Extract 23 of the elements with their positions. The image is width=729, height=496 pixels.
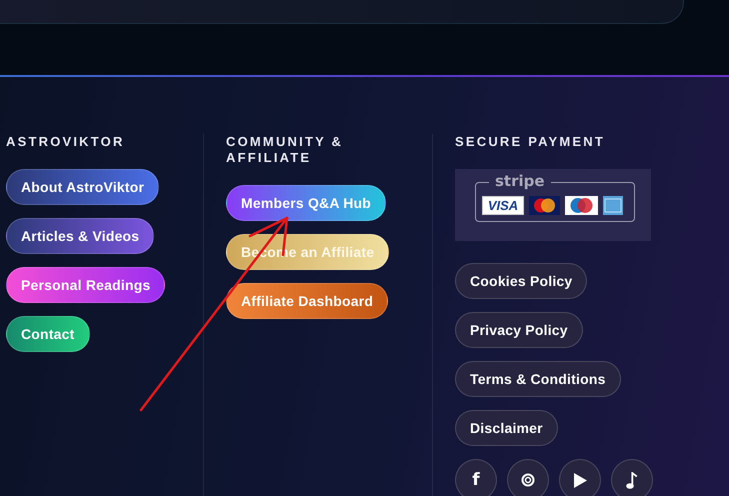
column-heading: SECURE PAYMENT	[455, 134, 606, 150]
social-button[interactable]	[559, 459, 601, 496]
payment-card-icon	[603, 196, 623, 215]
footer-link[interactable]: About AstroViktor	[6, 169, 160, 205]
footer-link[interactable]: Personal Readings	[6, 267, 166, 303]
footer-link[interactable]: Cookies Policy	[455, 263, 588, 299]
ring-icon	[521, 473, 535, 487]
footer-link[interactable]: Affiliate Dashboard	[226, 283, 388, 319]
footer-link[interactable]: Terms & Conditions	[455, 361, 621, 397]
social-button[interactable]: f	[455, 459, 497, 496]
footer-link[interactable]: Articles & Videos	[6, 218, 154, 254]
stripe-label: stripe	[489, 172, 551, 190]
column-heading: COMMUNITY & AFFILIATE	[226, 134, 344, 166]
social-button[interactable]	[507, 459, 549, 496]
column-heading: ASTROVIKTOR	[6, 134, 126, 150]
card-circles-icon	[529, 196, 560, 215]
footer-link[interactable]: Privacy Policy	[455, 312, 583, 348]
music-note-icon	[626, 472, 638, 488]
visa-card: VISA	[482, 196, 524, 215]
footer-link[interactable]: Disclaimer	[455, 410, 558, 446]
play-icon	[573, 472, 587, 488]
social-button[interactable]	[611, 459, 653, 496]
card-circles-icon	[565, 196, 598, 215]
